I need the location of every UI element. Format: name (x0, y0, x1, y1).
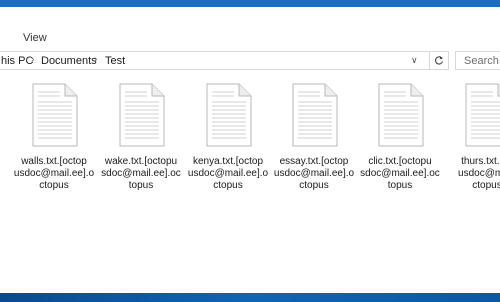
breadcrumb-this-pc[interactable]: his PC (1, 55, 33, 67)
file-name: walls.txt.[octop usdoc@mail.ee].o ctopus (13, 156, 95, 191)
navigation-bar: his PC › Documents › Test ∨ Search Te (0, 47, 500, 75)
ribbon: View (0, 7, 500, 47)
breadcrumb-documents[interactable]: Documents (41, 55, 97, 67)
chevron-down-icon[interactable]: ∨ (411, 55, 418, 66)
text-document-icon (206, 83, 252, 147)
address-bar[interactable]: his PC › Documents › Test ∨ (0, 51, 449, 70)
text-document-icon (378, 83, 424, 147)
title-bar (0, 0, 500, 7)
refresh-icon (435, 56, 444, 65)
text-document-icon (32, 83, 78, 147)
file-item[interactable]: kenya.txt.[octop usdoc@mail.ee].o ctopus (185, 83, 271, 203)
file-item[interactable]: wake.txt.[octopu sdoc@mail.ee].oc topus (98, 83, 184, 203)
file-name: clic.txt.[octopu sdoc@mail.ee].oc topus (360, 156, 440, 191)
file-item[interactable]: clic.txt.[octopu sdoc@mail.ee].oc topus (357, 83, 443, 203)
search-placeholder: Search Te (464, 55, 500, 67)
refresh-button[interactable] (429, 52, 448, 69)
text-document-icon (119, 83, 165, 147)
taskbar (0, 293, 500, 302)
file-name: wake.txt.[octopu sdoc@mail.ee].oc topus (101, 156, 181, 191)
text-document-icon (292, 83, 338, 147)
file-name: essay.txt.[octop usdoc@mail.ee].o ctopus (273, 156, 355, 191)
file-item[interactable]: thurs.txt.[ocusdoc@mail.ctopus (444, 83, 500, 203)
chevron-right-icon[interactable]: › (94, 54, 97, 65)
text-document-icon (465, 83, 500, 147)
breadcrumb-test[interactable]: Test (105, 55, 125, 67)
file-list: walls.txt.[octop usdoc@mail.ee].o ctopus w… (0, 75, 500, 293)
chevron-right-icon[interactable]: › (31, 54, 34, 65)
search-input[interactable]: Search Te (455, 51, 500, 70)
file-item[interactable]: essay.txt.[octop usdoc@mail.ee].o ctopus (271, 83, 357, 203)
file-item[interactable]: walls.txt.[octop usdoc@mail.ee].o ctopus (11, 83, 97, 203)
file-name: thurs.txt.[ocusdoc@mail.ctopus (458, 156, 500, 191)
file-explorer-window: View his PC › Documents › Test ∨ Search … (0, 0, 500, 302)
file-name: kenya.txt.[octop usdoc@mail.ee].o ctopus (187, 156, 269, 191)
tab-view[interactable]: View (23, 32, 47, 44)
